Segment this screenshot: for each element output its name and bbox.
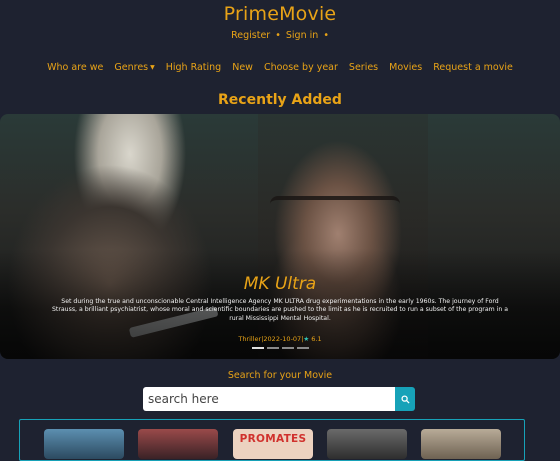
nav-high-rating[interactable]: High Rating — [166, 62, 221, 73]
poster-title: PROMATES — [239, 433, 307, 445]
search-icon — [400, 394, 410, 404]
carousel-indicators — [0, 347, 560, 349]
nav-genres-label: Genres — [114, 62, 149, 73]
carousel-dot[interactable] — [281, 347, 294, 349]
hero-meta: Thriller|2022-10-07|★ 6.1 — [0, 335, 560, 343]
signin-link[interactable]: Sign in — [286, 30, 318, 41]
carousel-dot[interactable] — [266, 347, 279, 349]
nav-movies[interactable]: Movies — [389, 62, 422, 73]
section-title: Recently Added — [218, 92, 342, 108]
star-icon: ★ — [303, 335, 310, 343]
auth-separator: • — [323, 30, 329, 41]
search-button[interactable] — [395, 387, 415, 411]
nav-who-are-we[interactable]: Who are we — [47, 62, 103, 73]
hero-carousel[interactable]: MK Ultra Set during the true and unconsc… — [0, 114, 560, 359]
hero-description: Set during the true and unconscionable C… — [51, 298, 509, 322]
site-logo[interactable]: PrimeMovie — [0, 3, 560, 25]
movie-poster[interactable] — [44, 429, 124, 459]
hero-title[interactable]: MK Ultra — [0, 274, 560, 294]
caret-down-icon: ▼ — [150, 64, 155, 71]
search-bar — [143, 387, 415, 411]
carousel-dot[interactable] — [296, 347, 309, 349]
movie-poster[interactable] — [421, 429, 501, 459]
auth-links: Register • Sign in • — [0, 30, 560, 41]
hero-genre: Thriller — [238, 335, 262, 343]
nav-series[interactable]: Series — [349, 62, 378, 73]
main-nav: Who are we Genres ▼ High Rating New Choos… — [0, 62, 560, 73]
hero-rating: 6.1 — [311, 335, 322, 343]
register-link[interactable]: Register — [231, 30, 270, 41]
nav-request-movie[interactable]: Request a movie — [433, 62, 513, 73]
auth-separator: • — [275, 30, 281, 41]
nav-choose-by-year[interactable]: Choose by year — [264, 62, 338, 73]
nav-new[interactable]: New — [232, 62, 253, 73]
movie-poster[interactable] — [138, 429, 218, 459]
movie-poster[interactable]: PROMATES — [233, 429, 313, 459]
hero-date: 2022-10-07 — [263, 335, 302, 343]
carousel-dot[interactable] — [251, 347, 264, 349]
movie-poster[interactable] — [327, 429, 407, 459]
search-label: Search for your Movie — [227, 370, 333, 381]
nav-genres[interactable]: Genres ▼ — [114, 62, 154, 73]
hero-backdrop-glasses — [270, 196, 400, 222]
search-input[interactable] — [143, 387, 395, 411]
